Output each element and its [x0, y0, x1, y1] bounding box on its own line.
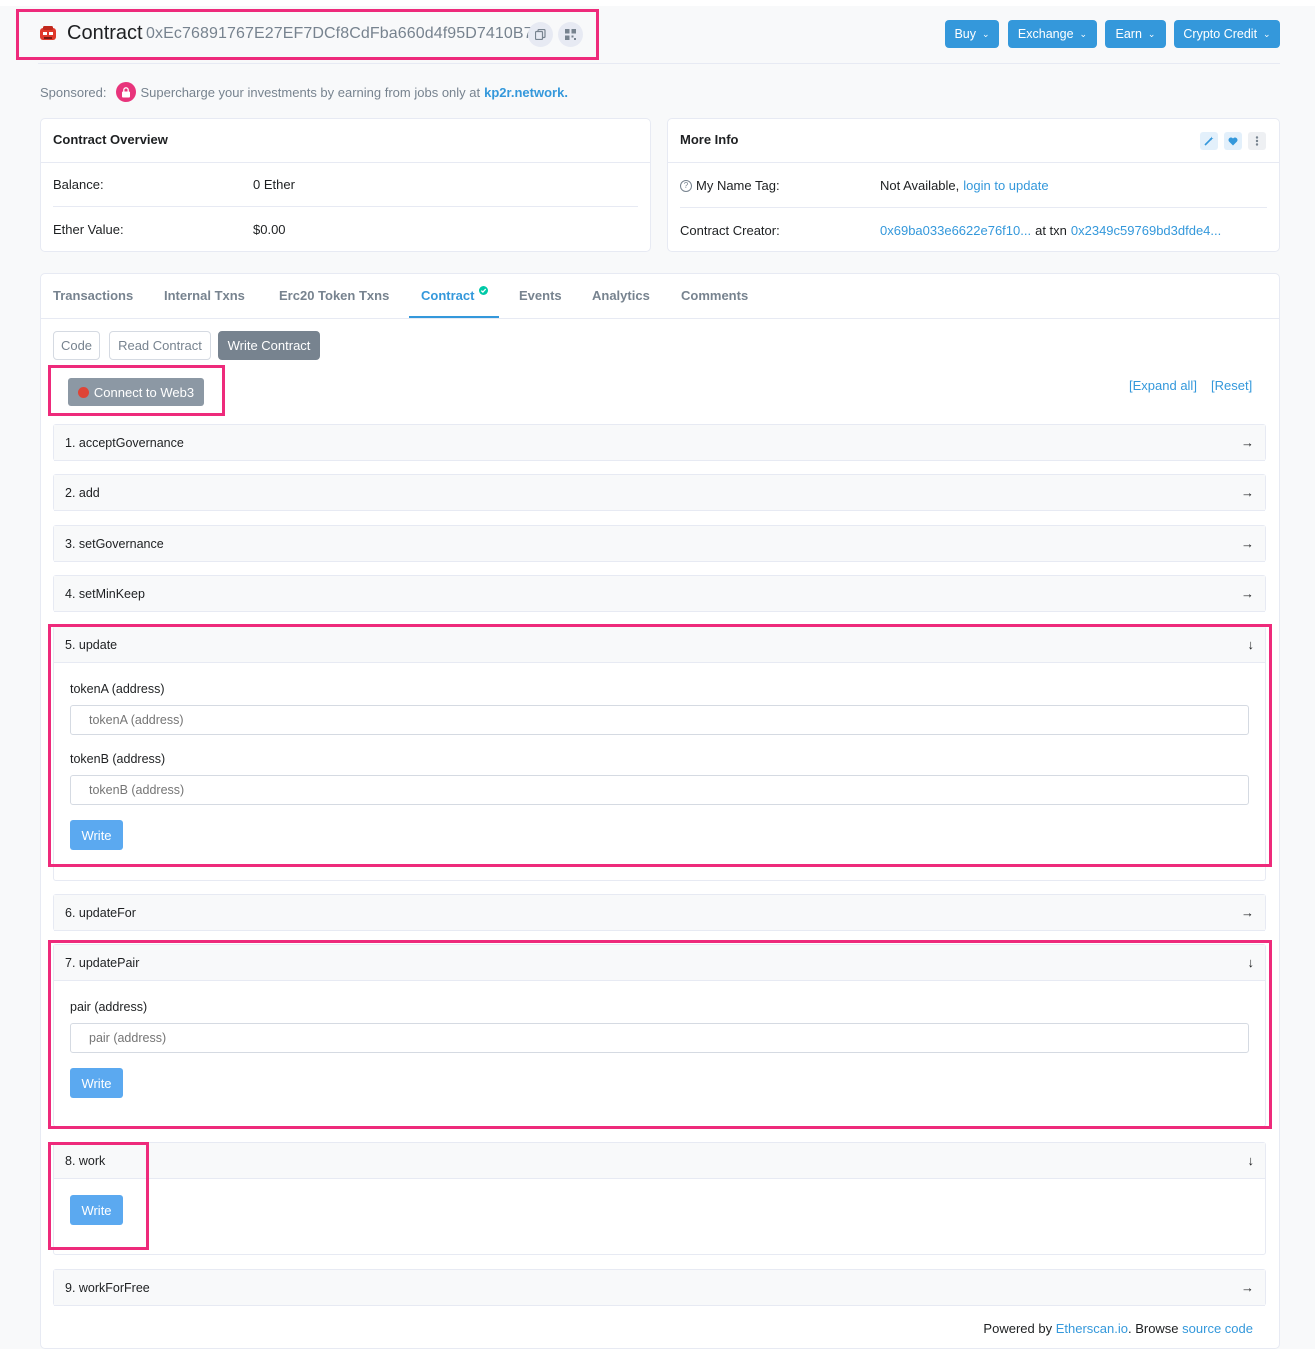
contract-creator-row: Contract Creator: 0x69ba033e6622e76f10..…: [680, 208, 1267, 252]
footer-powered-by: Powered by Etherscan.io. Browse source c…: [983, 1321, 1253, 1336]
highlight-box: [48, 1142, 149, 1250]
active-tab-underline: [409, 316, 499, 318]
function-label: 2. add: [65, 485, 100, 500]
help-icon: ?: [680, 179, 692, 192]
expand-all-link[interactable]: [Expand all]: [1129, 378, 1197, 393]
tab-comments[interactable]: Comments: [681, 288, 748, 303]
write-contract-button[interactable]: Write Contract: [218, 331, 320, 360]
arrow-right-icon: →: [1241, 435, 1254, 450]
wand-icon[interactable]: [1200, 132, 1218, 150]
ether-value-row: Ether Value: $0.00: [53, 207, 638, 251]
crypto-credit-button[interactable]: Crypto Credit ⌄: [1174, 20, 1280, 48]
function-label: 9. workForFree: [65, 1280, 150, 1295]
buy-button[interactable]: Buy ⌄: [945, 20, 999, 48]
arrow-right-icon: →: [1241, 586, 1254, 601]
card-title: Contract Overview: [41, 119, 650, 163]
tab-analytics[interactable]: Analytics: [592, 288, 650, 303]
function-label: 4. setMinKeep: [65, 586, 145, 601]
creator-txn-link[interactable]: 0x2349c59769bd3dfde4...: [1071, 223, 1221, 238]
function-set-governance[interactable]: 3. setGovernance →: [53, 525, 1266, 562]
function-accept-governance[interactable]: 1. acceptGovernance →: [53, 424, 1266, 461]
tab-bar: Transactions Internal Txns Erc20 Token T…: [41, 274, 1279, 319]
balance-value: 0 Ether: [253, 177, 295, 192]
arrow-right-icon: →: [1241, 536, 1254, 551]
name-tag-label: My Name Tag:: [696, 178, 780, 193]
highlight-box: [48, 940, 1272, 1129]
sponsored-banner: Sponsored: Supercharge your investments …: [40, 81, 568, 103]
login-link[interactable]: login to update: [963, 178, 1048, 193]
tab-events[interactable]: Events: [519, 288, 562, 303]
source-code-link[interactable]: source code: [1182, 1321, 1253, 1336]
ether-value-label: Ether Value:: [53, 221, 124, 237]
sponsored-label: Sponsored:: [40, 84, 107, 100]
reset-link[interactable]: [Reset]: [1211, 378, 1252, 393]
function-update-for[interactable]: 6. updateFor →: [53, 894, 1266, 931]
tab-internal-txns[interactable]: Internal Txns: [164, 288, 245, 303]
earn-button[interactable]: Earn ⌄: [1105, 20, 1166, 48]
creator-address-link[interactable]: 0x69ba033e6622e76f10...: [880, 223, 1031, 238]
tab-contract[interactable]: Contract: [421, 286, 489, 303]
code-button[interactable]: Code: [53, 331, 100, 360]
arrow-right-icon: →: [1241, 905, 1254, 920]
highlight-box: [16, 9, 599, 60]
chevron-down-icon: ⌄: [1263, 28, 1271, 39]
name-tag-value: Not Available,: [880, 178, 960, 193]
balance-row: Balance: 0 Ether: [53, 163, 638, 207]
chevron-down-icon: ⌄: [982, 28, 990, 39]
exchange-label: Exchange: [1017, 27, 1074, 41]
browse-text: . Browse: [1127, 1321, 1179, 1336]
top-strip: [0, 0, 1315, 6]
name-tag-row: ? My Name Tag: Not Available, login to u…: [680, 164, 1267, 208]
tab-erc20-token-txns[interactable]: Erc20 Token Txns: [279, 288, 389, 303]
function-work-for-free[interactable]: 9. workForFree →: [53, 1269, 1266, 1306]
creator-at-text: at txn: [1035, 222, 1067, 238]
verified-check-icon: [479, 283, 489, 298]
read-contract-button[interactable]: Read Contract: [109, 331, 211, 360]
arrow-down-icon: ↓: [1247, 1153, 1255, 1168]
ether-value: $0.00: [253, 221, 286, 237]
highlight-box: [48, 365, 225, 416]
chevron-down-icon: ⌄: [1079, 28, 1088, 39]
contract-overview-card: Contract Overview Balance: 0 Ether Ether…: [40, 118, 651, 252]
function-label: 6. updateFor: [65, 905, 136, 920]
function-header[interactable]: 8. work ↓: [54, 1143, 1265, 1179]
function-label: 3. setGovernance: [65, 536, 164, 551]
buy-label: Buy: [954, 27, 976, 41]
earn-label: Earn: [1115, 27, 1142, 41]
tab-contract-label: Contract: [421, 288, 475, 303]
lock-icon: [115, 82, 136, 102]
more-info-card: More Info ? My Name Tag: Not Available, …: [667, 118, 1280, 252]
exchange-button[interactable]: Exchange ⌄: [1008, 20, 1097, 48]
function-add[interactable]: 2. add →: [53, 474, 1266, 511]
sponsored-text: Supercharge your investments by earning …: [140, 84, 481, 100]
card-title: More Info: [668, 119, 1279, 163]
function-work: 8. work ↓ Write: [53, 1142, 1266, 1255]
arrow-right-icon: →: [1241, 1280, 1254, 1295]
sponsored-link[interactable]: kp2r.network.: [484, 85, 568, 100]
chevron-down-icon: ⌄: [1147, 28, 1156, 39]
crypto-credit-label: Crypto Credit: [1183, 27, 1258, 41]
function-set-min-keep[interactable]: 4. setMinKeep →: [53, 575, 1266, 612]
name-tag-label-wrap: ? My Name Tag:: [680, 178, 880, 193]
function-label: 1. acceptGovernance: [65, 435, 184, 450]
contract-creator-label: Contract Creator:: [680, 222, 780, 238]
balance-label: Balance:: [53, 177, 104, 192]
etherscan-link[interactable]: Etherscan.io: [1056, 1321, 1128, 1336]
arrow-right-icon: →: [1241, 485, 1254, 500]
powered-by-text: Powered by: [983, 1321, 1053, 1336]
more-options-icon[interactable]: [1248, 132, 1266, 150]
highlight-box: [48, 624, 1272, 867]
heart-icon[interactable]: [1224, 132, 1242, 150]
tab-transactions[interactable]: Transactions: [53, 288, 133, 303]
